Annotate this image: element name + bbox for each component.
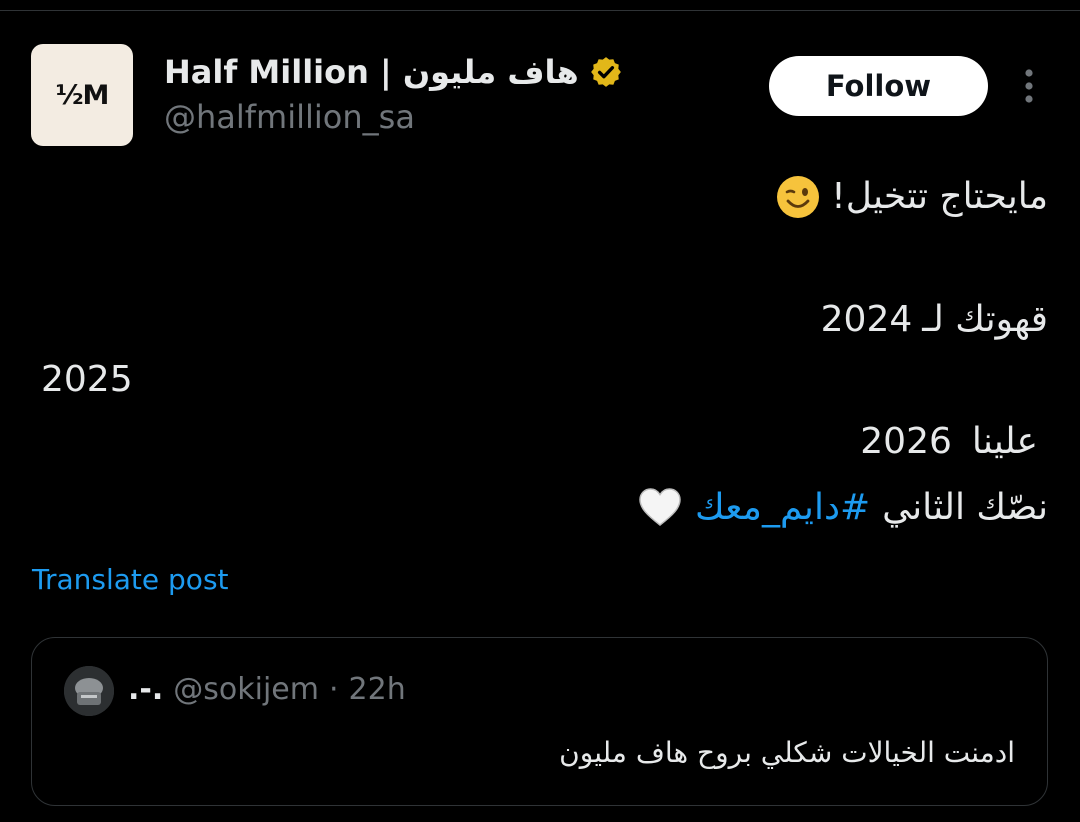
quote-avatar-image [64,666,114,716]
quote-timestamp[interactable]: 22h [349,670,406,710]
winking-face-emoji-icon [777,176,820,218]
quote-separator: · [328,672,339,707]
translate-post-link[interactable]: Translate post [32,562,229,598]
display-name[interactable]: Half Million | هاف مليون [164,52,579,92]
follow-button[interactable]: Follow [769,56,988,116]
year-2025: 2025 [41,359,133,400]
hashtag-link[interactable]: #دايم_معك [695,484,870,532]
quoted-tweet-card[interactable]: .-. @sokijem · 22h ادمنت الخيالات شكلي ب… [31,637,1048,806]
verified-badge-icon[interactable] [589,55,623,89]
quote-text: ادمنت الخيالات شكلي بروح هاف مليون [559,736,1015,769]
account-avatar[interactable]: ½M [31,44,133,146]
tweet-text-line-2: قهوتك لـ [922,299,1048,340]
quote-header: .-. @sokijem · 22h [128,670,406,710]
tweet-text-line-1: مايحتاج تتخيل! [831,176,1048,217]
avatar-logo-text: ½M [55,79,110,111]
more-options-button[interactable] [1012,64,1046,108]
quote-author-name[interactable]: .-. [128,670,163,710]
tweet-text-line-5: نصّك الثاني [882,487,1048,528]
tweet-text-line-4: علينا [971,421,1038,462]
tweet-line-5: #دايم_معك نصّك الثاني [637,484,1048,532]
quote-avatar[interactable] [64,666,114,716]
account-handle[interactable]: @halfmillion_sa [164,97,415,137]
account-name-row[interactable]: Half Million | هاف مليون [164,52,623,92]
tweet-line-4: 2026 علينا [860,418,1038,466]
tweet-line-2: 2024 قهوتك لـ [821,296,1048,344]
vertical-ellipsis-icon [1025,69,1033,103]
white-heart-emoji-icon [639,488,681,526]
top-divider [0,10,1080,11]
year-2026: 2026 [860,421,952,462]
quote-author-handle[interactable]: @sokijem [173,670,319,710]
tweet-line-1: مايحتاج تتخيل! [775,173,1048,221]
year-2024: 2024 [820,299,913,340]
